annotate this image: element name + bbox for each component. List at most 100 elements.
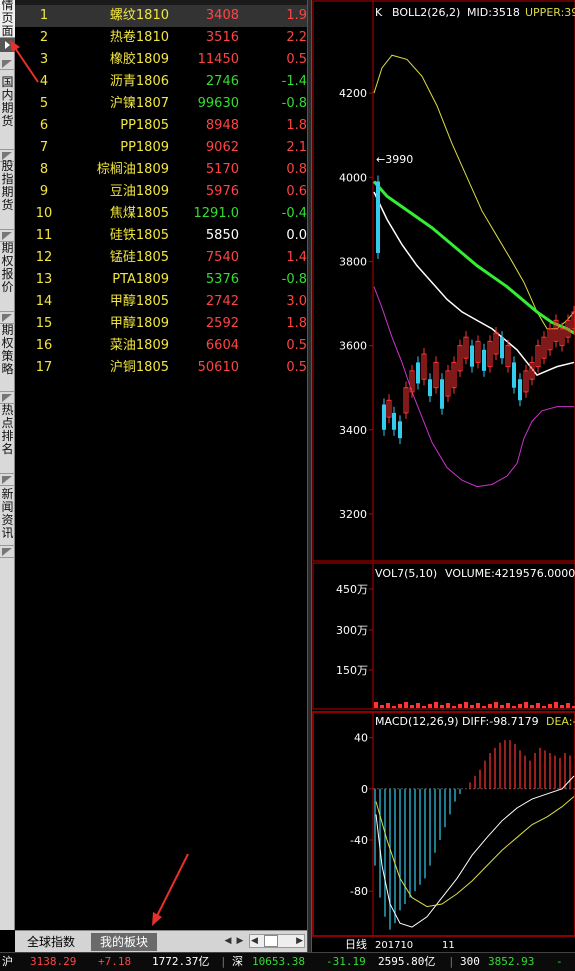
change-percent: 0.6	[286, 184, 307, 199]
idx300-label: 300	[460, 955, 480, 968]
quote-row[interactable]: 8 棕榈油1809 5170 0.8	[15, 159, 307, 181]
last-price: 8948	[205, 118, 239, 133]
quote-row[interactable]: 4 沥青1806 2746 -1.4	[15, 71, 307, 93]
contract-name: 硅铁1805	[109, 228, 169, 243]
tab-global-index[interactable]: 全球指数	[21, 933, 81, 951]
tab-fold-icon	[0, 474, 15, 486]
row-number: 17	[35, 360, 53, 375]
change-percent: -1.4	[281, 74, 307, 89]
volume-bar	[536, 703, 540, 708]
scroll-right-icon[interactable]: ▶	[235, 935, 245, 947]
volume-bar	[530, 705, 534, 708]
volume-bar	[392, 706, 396, 708]
contract-name: 热卷1810	[109, 30, 169, 45]
kline-y-tick: 3600	[339, 340, 367, 353]
volume-bar	[548, 704, 552, 708]
sidebar-tab-options-strategy[interactable]: 期权策略	[0, 322, 15, 392]
volume-bar	[566, 703, 570, 708]
quote-row[interactable]: 14 甲醇1805 2742 3.0	[15, 291, 307, 313]
row-number: 2	[39, 30, 49, 45]
kline-y-tick: 4000	[339, 171, 367, 184]
sidebar-tab-hot-ranking[interactable]: 热点排名	[0, 402, 15, 474]
row-number: 16	[35, 338, 53, 353]
macd-y-tick: 0	[361, 783, 368, 796]
quote-row[interactable]: 2 热卷1810 3516 2.2	[15, 27, 307, 49]
horizontal-scrollbar[interactable]: ◀ ▶	[249, 934, 305, 948]
quote-row[interactable]: 15 甲醇1809 2592 1.8	[15, 313, 307, 335]
sidebar-tab-options-quotes[interactable]: 期权报价	[0, 240, 15, 312]
candle-down	[482, 349, 486, 371]
volume-title: VOL7(5,10)	[375, 567, 437, 580]
volume-bar	[554, 702, 558, 708]
quote-row[interactable]: 10 焦煤1805 1291.0 -0.4	[15, 203, 307, 225]
tab-my-sector[interactable]: 我的板块	[91, 933, 157, 951]
candle-down	[500, 337, 504, 359]
scroll-thumb[interactable]	[264, 935, 278, 947]
volume-bar	[452, 706, 456, 708]
volume-bar	[560, 705, 564, 708]
volume-y-tick: 150万	[336, 664, 368, 677]
quote-row[interactable]: 1 螺纹1810 3408 1.9	[15, 5, 307, 27]
quote-row[interactable]: 6 PP1805 8948 1.8	[15, 115, 307, 137]
contract-name: 菜油1809	[109, 338, 169, 353]
row-number: 8	[39, 162, 49, 177]
volume-y-tick: 450万	[336, 583, 368, 596]
expand-arrow-icon[interactable]	[0, 38, 15, 52]
change-percent: 0.5	[286, 52, 307, 67]
candle-down	[376, 181, 380, 254]
sidebar-tab-domestic-futures[interactable]: 国内期货	[0, 72, 15, 150]
quote-row[interactable]: 7 PP1809 9062 2.1	[15, 137, 307, 159]
row-number: 14	[35, 294, 53, 309]
kline-y-tick: 3800	[339, 255, 367, 268]
boll-indicator: BOLL2(26,2)	[392, 6, 460, 19]
change-percent: 1.8	[286, 316, 307, 331]
quote-row[interactable]: 16 菜油1809 6604 0.5	[15, 335, 307, 357]
volume-bar	[494, 702, 498, 708]
volume-bar	[470, 705, 474, 708]
sidebar-tab-index-futures[interactable]: 股指期货	[0, 158, 15, 230]
chart-canvas[interactable]: K BOLL2(26,2) MID:3518 UPPER:39 4200 4000…	[312, 0, 575, 952]
row-number: 4	[39, 74, 49, 89]
macd-diff-line	[375, 775, 575, 928]
change-percent: 0.5	[286, 338, 307, 353]
sidebar-tab-label: 热点排名	[1, 403, 14, 456]
sidebar-tab-label: 行情页面	[1, 0, 14, 38]
quote-row[interactable]: 11 硅铁1805 5850 0.0	[15, 225, 307, 247]
volume-bar	[440, 705, 444, 708]
scroll-left-icon[interactable]: ◀	[223, 935, 233, 947]
row-number: 6	[39, 118, 49, 133]
quote-row[interactable]: 12 锰硅1805 7540 1.4	[15, 247, 307, 269]
candle-down	[398, 421, 402, 439]
volume-bar	[482, 706, 486, 708]
row-number: 15	[35, 316, 53, 331]
sidebar-tab-label: 期权报价	[1, 241, 14, 294]
quote-row[interactable]: 3 橡胶1809 11450 0.5	[15, 49, 307, 71]
quote-row[interactable]: 17 沪铜1805 50610 0.5	[15, 357, 307, 379]
quote-row[interactable]: 9 豆油1809 5976 0.6	[15, 181, 307, 203]
change-percent: -0.8	[281, 272, 307, 287]
quote-row[interactable]: 13 PTA1809 5376 -0.8	[15, 269, 307, 291]
contract-name: 沪镍1807	[109, 96, 169, 111]
volume-value: VOLUME:4219576.0000	[445, 567, 575, 580]
change-percent: -0.4	[281, 206, 307, 221]
contract-name: PTA1809	[112, 272, 169, 287]
scroll-left-icon[interactable]: ◀	[251, 935, 258, 947]
candle-down	[518, 379, 522, 401]
high-marker: ←3990	[376, 153, 413, 166]
row-number: 7	[39, 140, 49, 155]
volume-bar	[446, 703, 450, 708]
volume-bar	[410, 705, 414, 708]
scroll-right-icon[interactable]: ▶	[296, 935, 303, 947]
row-number: 12	[35, 250, 53, 265]
volume-bar	[458, 704, 462, 708]
row-number: 1	[39, 8, 49, 23]
last-price: 50610	[197, 360, 239, 375]
chart-panel[interactable]: K BOLL2(26,2) MID:3518 UPPER:39 4200 4000…	[312, 0, 575, 952]
sz-index: 10653.38	[252, 955, 305, 968]
quote-row[interactable]: 5 沪镍1807 99630 -0.8	[15, 93, 307, 115]
status-bar: 沪 3138.29 +7.18 1772.37亿 | 深 10653.38 -3…	[0, 952, 575, 971]
candle-down	[440, 379, 444, 409]
change-percent: -0.8	[281, 96, 307, 111]
sidebar-tab-news[interactable]: 新闻资讯	[0, 486, 15, 546]
sidebar-tab-quotes[interactable]: 行情页面	[0, 0, 15, 38]
